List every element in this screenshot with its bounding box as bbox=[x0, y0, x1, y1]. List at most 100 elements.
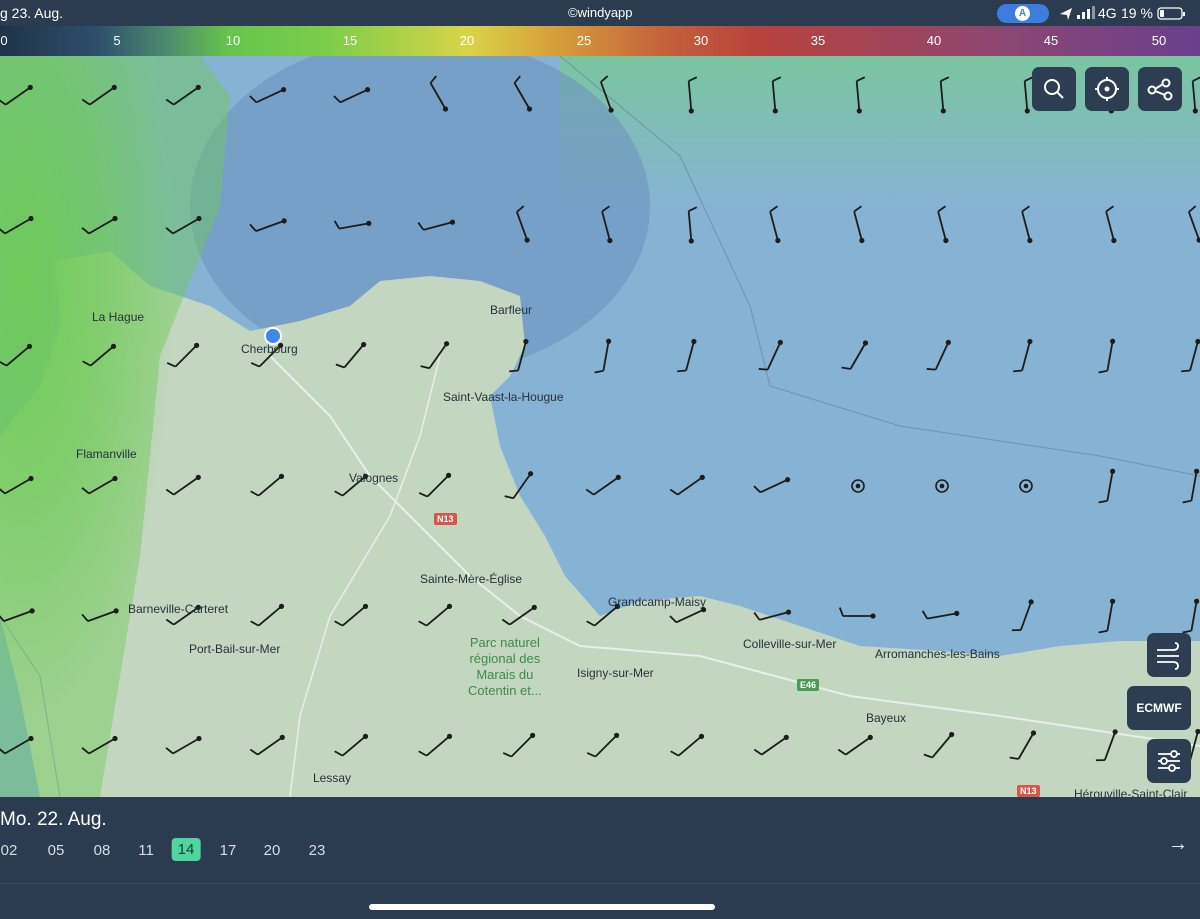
wind-barb bbox=[417, 219, 456, 231]
wind-barb bbox=[334, 733, 369, 757]
wind-barb bbox=[937, 205, 949, 244]
place-label: Port-Bail-sur-Mer bbox=[189, 642, 281, 656]
locate-button[interactable] bbox=[1085, 67, 1129, 111]
wind-barb bbox=[0, 475, 34, 495]
wind-barb bbox=[0, 343, 33, 367]
wind-barb bbox=[418, 733, 453, 757]
wind-barb bbox=[677, 338, 697, 373]
next-day-arrow-icon[interactable]: → bbox=[1168, 833, 1188, 856]
place-label: Sainte-Mère-Église bbox=[420, 572, 523, 586]
park-label: Parc naturel régional des Marais du Cote… bbox=[468, 635, 542, 699]
wind-barb bbox=[420, 341, 450, 370]
battery-icon bbox=[1157, 7, 1185, 20]
place-label: Grandcamp-Maisy bbox=[608, 595, 707, 609]
wind-barb bbox=[853, 205, 865, 244]
wind-barb bbox=[837, 734, 873, 756]
settings-button[interactable] bbox=[1147, 739, 1191, 783]
wind-barb bbox=[585, 474, 621, 496]
hour-item-selected[interactable]: 14 bbox=[171, 838, 201, 861]
day-label: Mo. 22. Aug. bbox=[0, 809, 107, 830]
wind-barb bbox=[418, 472, 452, 498]
wind-map[interactable]: La Hague Cherbourg Barfleur Saint-Vaast-… bbox=[0, 56, 1200, 797]
wind-barb bbox=[501, 604, 537, 626]
place-label: La Hague bbox=[92, 310, 145, 324]
wind-barb bbox=[753, 609, 792, 621]
wind-barb bbox=[81, 475, 118, 495]
place-label: Arromanches-les-Bains bbox=[875, 647, 1000, 661]
wind-barb bbox=[333, 220, 372, 230]
scale-tick: 45 bbox=[1043, 33, 1059, 48]
navigation-pill[interactable]: A bbox=[997, 4, 1049, 23]
wind-barb bbox=[1182, 468, 1200, 504]
road-badge: E46 bbox=[797, 679, 820, 691]
signal-icon bbox=[1060, 6, 1095, 20]
scale-tick: 40 bbox=[926, 33, 942, 48]
wind-barb bbox=[1181, 338, 1200, 373]
hour-item[interactable]: 17 bbox=[220, 842, 237, 859]
status-bar: g 23. Aug. ©windyapp A 4G 19 % bbox=[0, 0, 1200, 26]
wind-barb bbox=[923, 731, 955, 759]
wind-barb bbox=[1021, 205, 1033, 244]
wind-barb bbox=[81, 735, 118, 755]
wind-barb bbox=[250, 473, 285, 497]
wind-barb bbox=[855, 76, 866, 114]
wind-barb bbox=[600, 75, 614, 113]
wind-barb bbox=[1191, 76, 1200, 114]
wind-barb bbox=[249, 734, 285, 756]
hour-item[interactable]: 08 bbox=[94, 842, 111, 859]
wind-barb bbox=[0, 735, 34, 755]
wind-barb bbox=[758, 339, 783, 371]
wind-layer-button[interactable] bbox=[1147, 633, 1191, 677]
wind-barb bbox=[1105, 205, 1117, 244]
wind-barb bbox=[841, 340, 869, 370]
wind-barb bbox=[165, 735, 202, 755]
wind-barb bbox=[769, 205, 781, 244]
model-button[interactable]: ECMWF bbox=[1127, 686, 1191, 730]
status-date: g 23. Aug. bbox=[0, 5, 64, 21]
wind-icon bbox=[1157, 642, 1179, 670]
hour-item[interactable]: 11 bbox=[138, 842, 154, 859]
wind-barb bbox=[687, 76, 698, 114]
wind-barb bbox=[165, 84, 201, 106]
wind-barb bbox=[249, 87, 287, 104]
wind-barb bbox=[502, 732, 536, 758]
hour-item[interactable]: 23 bbox=[309, 842, 326, 859]
navigation-icon: A bbox=[1015, 6, 1030, 21]
hour-item[interactable]: 02 bbox=[1, 842, 18, 859]
battery-label: 19 % bbox=[1121, 5, 1153, 21]
wind-barb bbox=[249, 218, 287, 232]
place-label: Barneville-Carteret bbox=[128, 602, 229, 616]
wind-barb bbox=[926, 339, 951, 371]
wind-barb bbox=[1095, 729, 1118, 762]
road-badge: N13 bbox=[1017, 785, 1040, 797]
carrier-label: 4G bbox=[1098, 5, 1117, 21]
wind-barb bbox=[1188, 205, 1200, 243]
search-button[interactable] bbox=[1032, 67, 1076, 111]
park-label-line: Cotentin et... bbox=[468, 683, 542, 698]
wind-barb bbox=[753, 477, 791, 494]
scale-tick: 50 bbox=[1151, 33, 1167, 48]
wind-barb bbox=[939, 76, 950, 114]
wind-barb bbox=[586, 732, 620, 758]
scale-tick: 30 bbox=[693, 33, 709, 48]
wind-barb bbox=[1019, 479, 1033, 493]
wind-barb bbox=[504, 471, 534, 500]
wind-barb bbox=[1098, 338, 1116, 374]
wind-barb bbox=[509, 338, 529, 373]
road-badge: N13 bbox=[434, 513, 457, 525]
scale-tick: 25 bbox=[576, 33, 592, 48]
wind-speed-scale: 0 5 10 15 20 25 30 35 40 45 50 bbox=[0, 26, 1200, 56]
route-button[interactable] bbox=[1138, 67, 1182, 111]
wind-barb bbox=[81, 608, 119, 622]
wind-barb bbox=[851, 479, 865, 493]
wind-barb bbox=[165, 215, 202, 235]
wind-barb bbox=[1098, 598, 1116, 634]
wind-barb bbox=[0, 84, 33, 106]
hour-item[interactable]: 20 bbox=[264, 842, 281, 859]
place-label: Barfleur bbox=[490, 303, 533, 317]
scale-tick: 0 bbox=[0, 33, 8, 48]
wind-barb bbox=[753, 734, 789, 756]
wind-barb bbox=[513, 75, 533, 112]
hour-item[interactable]: 05 bbox=[48, 842, 65, 859]
wind-barb bbox=[1098, 468, 1116, 504]
